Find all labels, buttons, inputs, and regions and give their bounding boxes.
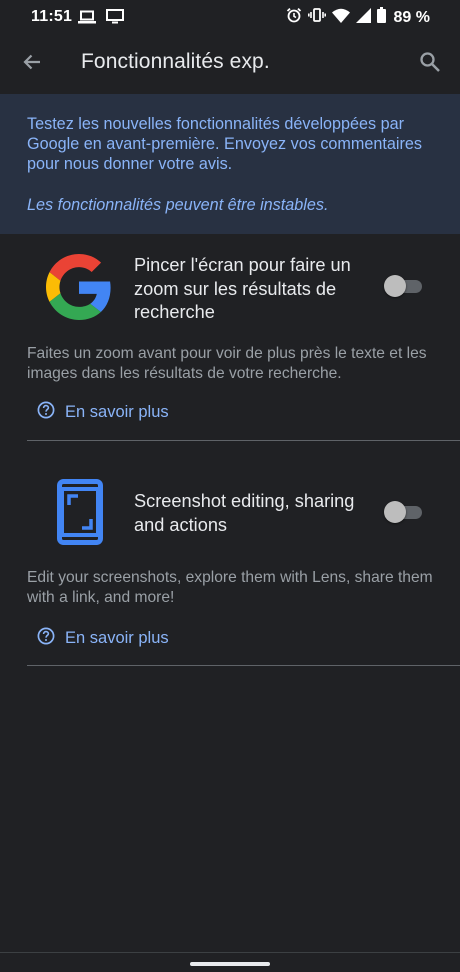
status-time: 11:51 <box>31 8 73 25</box>
feature-title: Pincer l'écran pour faire un zoom sur le… <box>134 255 351 322</box>
vibrate-icon <box>307 7 326 28</box>
feature-card-screenshot-editing: Screenshot editing, sharing and actions … <box>0 441 460 666</box>
help-circle-icon <box>37 627 55 650</box>
signal-icon <box>355 7 371 28</box>
search-button[interactable] <box>416 50 444 78</box>
learn-more-label: En savoir plus <box>65 629 169 647</box>
feature-description: Faites un zoom avant pour voir de plus p… <box>27 345 427 382</box>
status-bar: 11:51 89 % <box>0 0 460 34</box>
battery-icon <box>376 7 386 28</box>
banner-warning: Les fonctionnalités peuvent être instabl… <box>27 196 329 214</box>
divider <box>27 665 460 666</box>
alarm-icon <box>286 7 302 28</box>
learn-more-link[interactable]: En savoir plus <box>37 627 169 650</box>
info-banner: Testez les nouvelles fonctionnalités dév… <box>0 94 460 234</box>
learn-more-label: En savoir plus <box>65 403 169 421</box>
banner-text: Testez les nouvelles fonctionnalités dév… <box>27 115 422 173</box>
feature-toggle-screenshot-editing[interactable] <box>384 500 422 524</box>
arrow-left-icon <box>22 52 42 77</box>
home-gesture-handle[interactable] <box>190 962 270 966</box>
feature-card-pinch-zoom: Pincer l'écran pour faire un zoom sur le… <box>0 234 460 441</box>
toggle-thumb <box>384 275 406 297</box>
system-nav-bar <box>0 952 460 972</box>
feature-title: Screenshot editing, sharing and actions <box>134 491 355 535</box>
status-right-icons: 89 % <box>286 7 430 28</box>
app-bar: Fonctionnalités exp. <box>0 34 460 94</box>
battery-percent: 89 % <box>393 8 430 26</box>
back-button[interactable] <box>18 50 46 78</box>
help-circle-icon <box>37 401 55 424</box>
screenshot-phone-icon <box>57 479 103 550</box>
monitor-icon <box>106 9 124 29</box>
toggle-thumb <box>384 501 406 523</box>
search-icon <box>419 51 441 78</box>
page-title: Fonctionnalités exp. <box>81 50 270 73</box>
feature-toggle-pinch-zoom[interactable] <box>384 274 422 298</box>
learn-more-link[interactable]: En savoir plus <box>37 401 169 424</box>
feature-description: Edit your screenshots, explore them with… <box>27 569 433 606</box>
laptop-icon <box>78 10 96 29</box>
wifi-icon <box>331 8 350 28</box>
status-left-icons <box>78 9 124 29</box>
google-g-icon <box>46 254 112 325</box>
